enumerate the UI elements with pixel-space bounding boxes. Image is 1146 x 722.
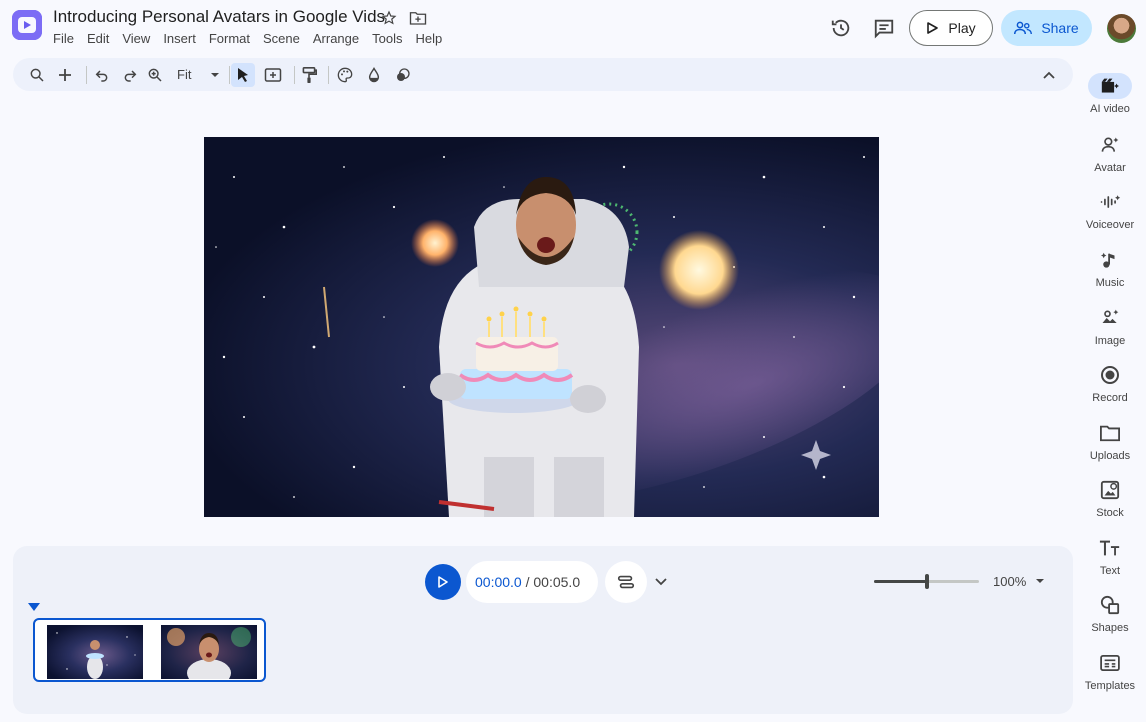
menu-tools[interactable]: Tools <box>372 31 408 46</box>
rail-label: Record <box>1092 392 1128 404</box>
play-icon <box>927 22 939 34</box>
zoom-icon[interactable] <box>143 63 167 87</box>
version-history-icon[interactable] <box>828 15 854 41</box>
app-logo[interactable] <box>12 10 42 40</box>
menu-help[interactable]: Help <box>415 31 448 46</box>
zoom-slider-fill <box>874 580 927 583</box>
zoom-dropdown-icon[interactable] <box>1033 574 1047 588</box>
document-title[interactable]: Introducing Personal Avatars in Google V… <box>53 7 385 27</box>
redo-icon[interactable] <box>118 63 142 87</box>
add-icon[interactable] <box>53 63 77 87</box>
avatar-icon <box>1088 132 1132 158</box>
zoom-dropdown-icon[interactable] <box>203 63 227 87</box>
rail-ai-video[interactable]: AI video <box>1082 73 1138 115</box>
move-to-folder-icon[interactable] <box>408 8 428 28</box>
rail-label: Image <box>1094 335 1126 347</box>
comments-icon[interactable] <box>871 15 897 41</box>
rail-music[interactable]: Music <box>1082 247 1138 289</box>
rail-avatar[interactable]: Avatar <box>1082 132 1138 174</box>
playhead[interactable] <box>28 603 40 611</box>
play-button[interactable]: Play <box>909 10 993 46</box>
voiceover-icon <box>1088 189 1132 215</box>
zoom-fit-label[interactable]: Fit <box>177 67 191 82</box>
clip-thumbnail-scene-2[interactable] <box>161 625 257 679</box>
select-icon[interactable] <box>231 63 255 87</box>
toolbar: Fit <box>13 58 1073 91</box>
effects-icon[interactable] <box>391 63 415 87</box>
menu-file[interactable]: File <box>53 31 80 46</box>
add-text-box-icon[interactable] <box>261 63 285 87</box>
play-icon <box>438 576 448 588</box>
menu-view[interactable]: View <box>122 31 156 46</box>
people-icon <box>1014 21 1033 35</box>
menu-insert[interactable]: Insert <box>163 31 202 46</box>
rail-label: Templates <box>1084 680 1136 692</box>
image-icon <box>1088 305 1132 331</box>
play-label: Play <box>948 20 976 36</box>
paint-format-icon[interactable] <box>297 63 321 87</box>
rail-templates[interactable]: Templates <box>1082 650 1138 692</box>
star-icon[interactable] <box>379 8 399 28</box>
collapse-icon[interactable] <box>1037 63 1061 87</box>
music-icon <box>1088 247 1132 273</box>
clip-track[interactable] <box>33 618 266 682</box>
rail-stock[interactable]: Stock <box>1082 477 1138 519</box>
rail-record[interactable]: Record <box>1082 362 1138 404</box>
user-avatar[interactable] <box>1107 14 1136 43</box>
theme-palette-icon[interactable] <box>333 63 357 87</box>
undo-icon[interactable] <box>90 63 114 87</box>
shapes-icon <box>1088 592 1132 618</box>
rail-voiceover[interactable]: Voiceover <box>1082 189 1138 231</box>
record-icon <box>1088 362 1132 388</box>
clip-thumbnail-scene-1[interactable] <box>47 625 143 679</box>
rail-label: Uploads <box>1089 450 1131 462</box>
rail-label: Shapes <box>1091 622 1129 634</box>
zoom-percentage[interactable]: 100% <box>993 574 1026 589</box>
rail-text[interactable]: Text <box>1082 535 1138 577</box>
fill-color-icon[interactable] <box>362 63 386 87</box>
split-icon <box>617 575 635 589</box>
menu-format[interactable]: Format <box>209 31 256 46</box>
rail-label: Music <box>1095 277 1125 289</box>
share-label: Share <box>1041 20 1079 36</box>
menu-edit[interactable]: Edit <box>87 31 115 46</box>
rail-label: Avatar <box>1094 162 1126 174</box>
ai-video-icon <box>1088 73 1132 99</box>
video-canvas[interactable] <box>204 137 879 517</box>
time-display: 00:00.0 / 00:05.0 <box>475 574 580 590</box>
menu-scene[interactable]: Scene <box>263 31 306 46</box>
folder-icon <box>1088 420 1132 446</box>
current-time: 00:00.0 <box>475 574 522 590</box>
rail-label: Text <box>1099 565 1121 577</box>
rail-uploads[interactable]: Uploads <box>1082 420 1138 462</box>
rail-label: Stock <box>1096 507 1124 519</box>
zoom-slider-thumb[interactable] <box>924 574 929 589</box>
astronaut-birthday-scene <box>215 156 879 517</box>
menu-bar: File Edit View Insert Format Scene Arran… <box>53 31 455 46</box>
text-icon <box>1088 535 1132 561</box>
split-button[interactable] <box>605 561 647 603</box>
templates-icon <box>1088 650 1132 676</box>
rail-shapes[interactable]: Shapes <box>1082 592 1138 634</box>
rail-label: AI video <box>1090 103 1130 115</box>
menu-arrange[interactable]: Arrange <box>313 31 365 46</box>
share-button[interactable]: Share <box>1001 10 1092 46</box>
search-icon[interactable] <box>25 63 49 87</box>
split-dropdown-icon[interactable] <box>652 573 670 591</box>
stock-icon <box>1088 477 1132 503</box>
timeline-play-button[interactable] <box>425 564 461 600</box>
total-time: 00:05.0 <box>533 574 581 590</box>
rail-label: Voiceover <box>1085 219 1135 231</box>
rail-image[interactable]: Image <box>1082 305 1138 347</box>
time-separator: / <box>521 574 534 590</box>
